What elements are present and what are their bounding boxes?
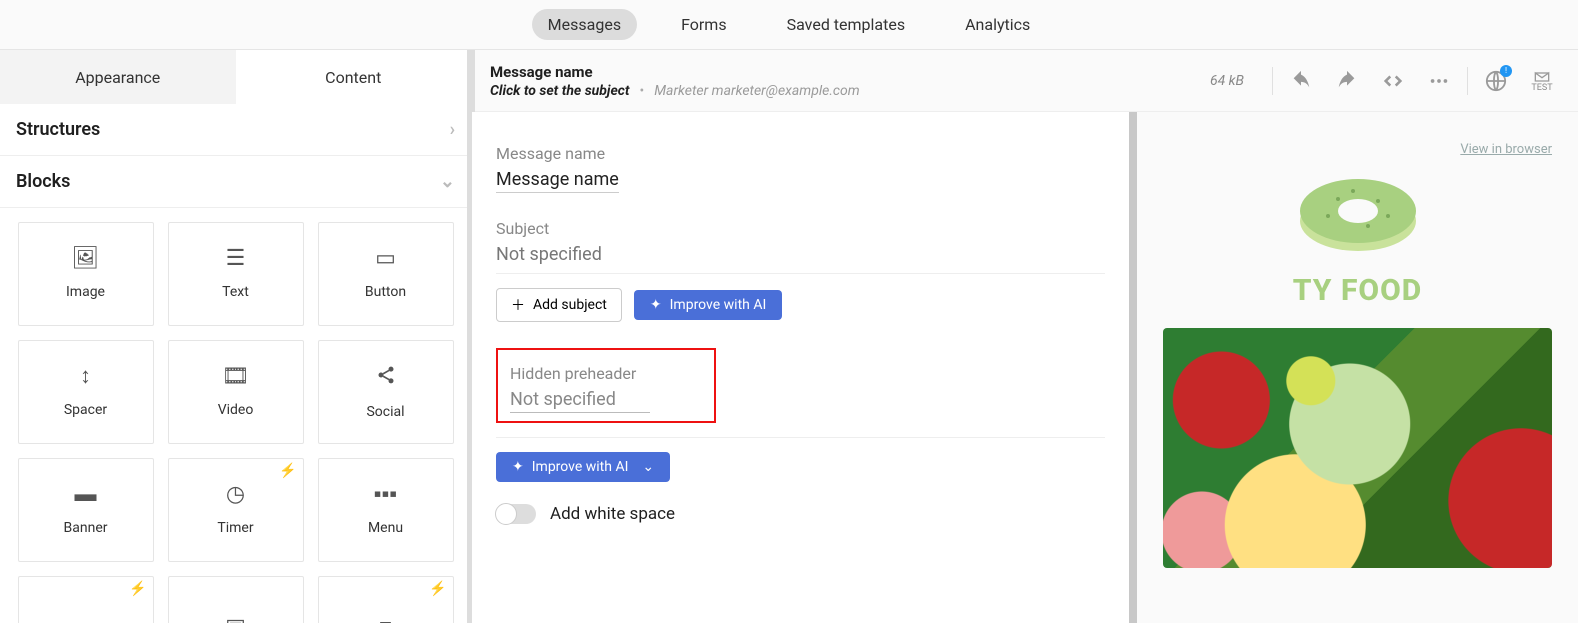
banner-icon: ▬ bbox=[75, 484, 97, 506]
header-from[interactable]: Marketer marketer@example.com bbox=[654, 83, 859, 99]
tab-analytics[interactable]: Analytics bbox=[949, 9, 1046, 40]
view-in-browser-link[interactable]: View in browser bbox=[1163, 142, 1552, 157]
button-icon: ▭ bbox=[375, 248, 396, 270]
block-timer[interactable]: ⚡◷Timer bbox=[168, 458, 304, 562]
email-preview: View in browser TY FOOD bbox=[1137, 112, 1578, 623]
tab-saved-templates[interactable]: Saved templates bbox=[771, 9, 922, 40]
sparkle-icon: ✦ bbox=[650, 297, 662, 313]
improve-subject-ai-button[interactable]: ✦Improve with AI bbox=[634, 290, 782, 320]
subject-label: Subject bbox=[496, 219, 1105, 238]
message-name-label: Message name bbox=[496, 144, 1105, 163]
message-settings-panel: Message name Message name Subject Not sp… bbox=[472, 112, 1137, 623]
add-subject-button[interactable]: ＋Add subject bbox=[496, 288, 622, 322]
header-size: 64 kB bbox=[1210, 73, 1244, 89]
header-subject-prompt[interactable]: Click to set the subject bbox=[490, 83, 629, 99]
bolt-icon: ⚡ bbox=[279, 463, 296, 479]
section-blocks[interactable]: Blocks ⌄ bbox=[0, 156, 471, 208]
chevron-right-icon: › bbox=[450, 119, 455, 140]
redo-button[interactable] bbox=[1329, 63, 1365, 99]
timer-icon: ◷ bbox=[226, 484, 245, 506]
chevron-down-icon: ⌄ bbox=[642, 459, 654, 475]
block-extra-3[interactable]: ⚡≡ bbox=[318, 576, 454, 623]
block-image[interactable]: 🖼Image bbox=[18, 222, 154, 326]
section-structures[interactable]: Structures › bbox=[0, 104, 471, 156]
editor-header: Message name Click to set the subject • … bbox=[472, 50, 1578, 112]
preheader-highlight: Hidden preheader bbox=[496, 348, 716, 423]
preheader-field[interactable] bbox=[510, 389, 650, 413]
share-icon bbox=[376, 365, 396, 390]
sparkle-icon: ✦ bbox=[512, 459, 524, 475]
sidebar-tab-content[interactable]: Content bbox=[236, 50, 472, 104]
brand-logo-icon bbox=[1293, 171, 1423, 261]
block-spacer[interactable]: ↕Spacer bbox=[18, 340, 154, 444]
video-icon: 🎞 bbox=[222, 366, 250, 388]
preheader-label: Hidden preheader bbox=[510, 364, 702, 383]
subject-field[interactable]: Not specified bbox=[496, 244, 1105, 267]
code-button[interactable] bbox=[1375, 63, 1411, 99]
hero-image bbox=[1163, 328, 1552, 568]
block-button[interactable]: ▭Button bbox=[318, 222, 454, 326]
tab-forms[interactable]: Forms bbox=[665, 9, 743, 40]
sidebar-tab-appearance[interactable]: Appearance bbox=[0, 50, 236, 104]
white-space-toggle[interactable] bbox=[496, 504, 536, 524]
block-video[interactable]: 🎞Video bbox=[168, 340, 304, 444]
plus-icon: ＋ bbox=[511, 295, 525, 315]
message-name-field[interactable]: Message name bbox=[496, 169, 619, 193]
chevron-down-icon: ⌄ bbox=[440, 171, 455, 192]
bolt-icon: ⚡ bbox=[129, 581, 146, 597]
tab-messages[interactable]: Messages bbox=[532, 9, 637, 40]
brand-name: TY FOOD bbox=[1163, 273, 1552, 308]
top-nav: Messages Forms Saved templates Analytics bbox=[0, 0, 1578, 50]
block-text[interactable]: ☰Text bbox=[168, 222, 304, 326]
notification-badge: ! bbox=[1500, 65, 1512, 77]
section-blocks-label: Blocks bbox=[16, 171, 70, 192]
more-button[interactable] bbox=[1421, 63, 1457, 99]
test-button[interactable]: TEST bbox=[1524, 63, 1560, 99]
improve-preheader-ai-button[interactable]: ✦Improve with AI⌄ bbox=[496, 452, 670, 482]
undo-button[interactable] bbox=[1283, 63, 1319, 99]
globe-button[interactable]: ! bbox=[1478, 63, 1514, 99]
section-structures-label: Structures bbox=[16, 119, 100, 140]
header-message-name[interactable]: Message name bbox=[490, 63, 1200, 81]
left-sidebar: Appearance Content Structures › Blocks ⌄… bbox=[0, 50, 472, 623]
spacer-icon: ↕ bbox=[80, 366, 91, 388]
text-icon: ☰ bbox=[226, 248, 246, 270]
block-extra-2[interactable]: ▣ bbox=[168, 576, 304, 623]
bolt-icon: ⚡ bbox=[429, 581, 446, 597]
block-banner[interactable]: ▬Banner bbox=[18, 458, 154, 562]
menu-icon: ▪▪▪ bbox=[374, 484, 397, 506]
block-social[interactable]: Social bbox=[318, 340, 454, 444]
block-menu[interactable]: ▪▪▪Menu bbox=[318, 458, 454, 562]
white-space-label: Add white space bbox=[550, 504, 675, 524]
block-extra-1[interactable]: ⚡· bbox=[18, 576, 154, 623]
image-icon: 🖼 bbox=[72, 248, 100, 270]
